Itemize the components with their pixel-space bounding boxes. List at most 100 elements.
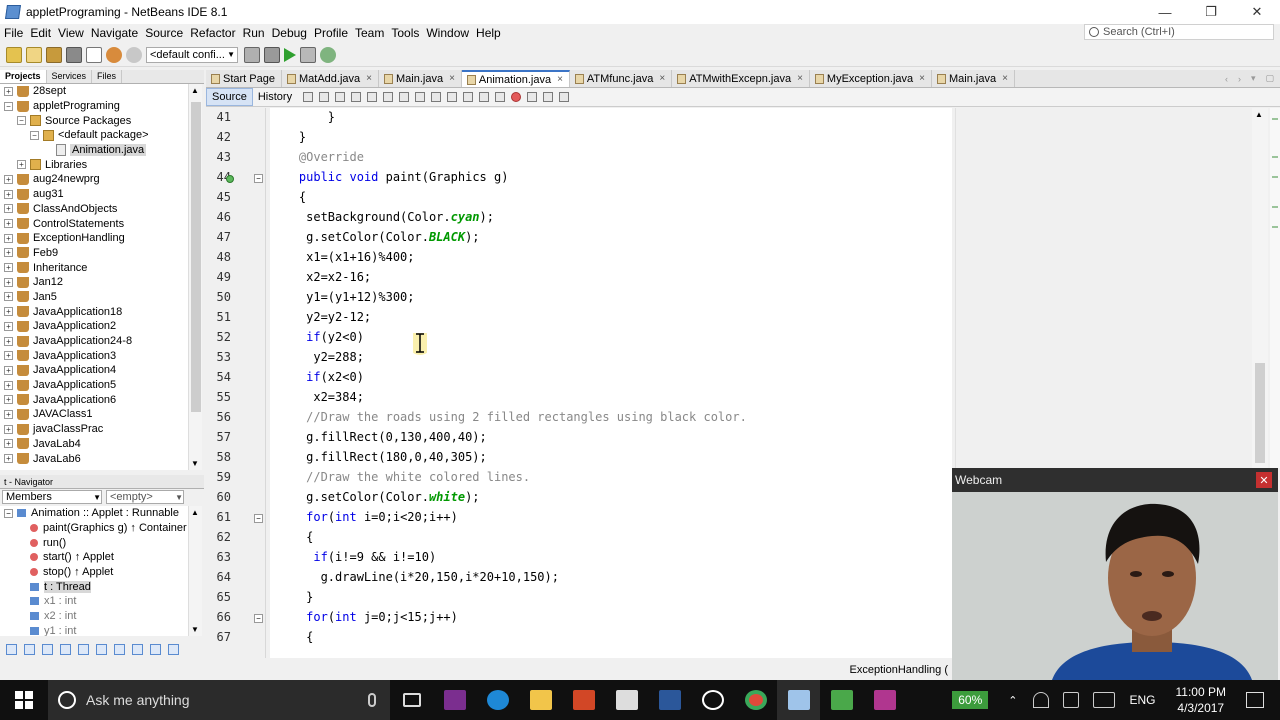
minimize-button[interactable]: —: [1142, 0, 1188, 24]
tree-item[interactable]: + JavaApplication6: [0, 392, 188, 407]
close-tab-icon[interactable]: ×: [919, 73, 925, 84]
tree-item[interactable]: + JavaApplication3: [0, 348, 188, 363]
chevron-up-icon[interactable]: ⌃: [1008, 694, 1017, 707]
wifi-icon[interactable]: [1032, 692, 1049, 708]
filter-icon[interactable]: [114, 643, 125, 655]
tree-item[interactable]: + JavaApplication24-8: [0, 334, 188, 349]
shift-right-icon[interactable]: [495, 92, 506, 102]
close-button[interactable]: ✕: [1234, 0, 1280, 24]
find-previous-icon[interactable]: [367, 92, 378, 102]
undo-icon[interactable]: [106, 46, 122, 63]
tree-item[interactable]: + JavaApplication5: [0, 378, 188, 393]
expand-icon[interactable]: +: [4, 307, 13, 317]
build-icon[interactable]: [244, 46, 260, 63]
filter-icon[interactable]: [60, 643, 71, 655]
start-button[interactable]: [0, 680, 48, 720]
history-tab[interactable]: History: [253, 89, 297, 105]
navigator-item[interactable]: y1 : int: [0, 624, 188, 636]
expand-icon[interactable]: +: [4, 365, 13, 375]
editor-tab-main-java[interactable]: Main.java ×: [932, 70, 1015, 87]
close-tab-icon[interactable]: ×: [557, 74, 563, 85]
editor-tab-myexception-java[interactable]: MyException.java ×: [810, 70, 932, 87]
file-explorer-button[interactable]: [519, 680, 562, 720]
volume-icon[interactable]: [1062, 692, 1079, 708]
close-tab-icon[interactable]: ×: [797, 73, 803, 84]
tree-item[interactable]: + ClassAndObjects: [0, 202, 188, 217]
source-tab[interactable]: Source: [206, 88, 253, 106]
navigator-item[interactable]: paint(Graphics g) ↑ Container: [0, 521, 188, 536]
collapse-icon[interactable]: −: [4, 101, 13, 111]
members-select[interactable]: Members ▼: [2, 490, 102, 504]
tree-item[interactable]: Animation.java: [0, 143, 188, 158]
expand-icon[interactable]: +: [4, 409, 13, 419]
menu-team[interactable]: Team: [352, 26, 387, 40]
tree-item[interactable]: + Inheritance: [0, 260, 188, 275]
collapse-icon[interactable]: −: [17, 116, 26, 126]
menu-navigate[interactable]: Navigate: [88, 26, 141, 40]
expand-icon[interactable]: +: [4, 454, 13, 464]
maximize-icon[interactable]: ▢: [1265, 73, 1274, 84]
expand-icon[interactable]: +: [4, 380, 13, 390]
debug-icon[interactable]: [300, 46, 316, 63]
tree-item[interactable]: − <default package>: [0, 128, 188, 143]
expand-icon[interactable]: +: [4, 204, 13, 214]
navigator-item[interactable]: run(): [0, 535, 188, 550]
editor-tab-animation-java[interactable]: Animation.java ×: [461, 70, 570, 87]
cortana-search[interactable]: Ask me anything: [48, 680, 390, 720]
start-macro-icon[interactable]: [511, 92, 522, 102]
expand-icon[interactable]: +: [4, 277, 13, 287]
scroll-right-icon[interactable]: ›: [1238, 74, 1241, 84]
new-file-icon[interactable]: [6, 46, 22, 63]
show-opened-icon[interactable]: ▾: [1251, 73, 1256, 84]
close-tab-icon[interactable]: ×: [449, 73, 455, 84]
filter-icon[interactable]: [42, 643, 53, 655]
fold-icon[interactable]: −: [254, 174, 263, 183]
fold-icon[interactable]: −: [254, 614, 263, 623]
scroll-left-icon[interactable]: ‹: [1225, 74, 1228, 84]
tree-item[interactable]: + JavaApplication18: [0, 304, 188, 319]
tree-item[interactable]: + Libraries: [0, 157, 188, 172]
forward-icon[interactable]: [335, 92, 346, 102]
navigator-item[interactable]: t : Thread: [0, 579, 188, 594]
editor-scrollbar[interactable]: ▲: [1252, 108, 1268, 468]
stop-macro-icon[interactable]: [527, 92, 538, 102]
microphone-icon[interactable]: [368, 693, 376, 707]
close-project-icon[interactable]: [86, 46, 102, 63]
navigator-scrollbar[interactable]: ▲ ▼: [188, 506, 202, 636]
menu-run[interactable]: Run: [240, 26, 268, 40]
collapse-icon[interactable]: −: [4, 508, 13, 518]
tab-projects[interactable]: Projects: [0, 70, 47, 83]
tree-item[interactable]: + ExceptionHandling: [0, 231, 188, 246]
filter-icon[interactable]: [168, 643, 179, 655]
filter-icon[interactable]: [78, 643, 89, 655]
powerpoint-button[interactable]: [562, 680, 605, 720]
expand-icon[interactable]: +: [4, 351, 13, 361]
back-icon[interactable]: [319, 92, 330, 102]
stripe-mark[interactable]: [1272, 176, 1278, 178]
tree-item[interactable]: + javaClassPrac: [0, 422, 188, 437]
filter-icon[interactable]: [6, 643, 17, 655]
close-tab-icon[interactable]: ×: [366, 73, 372, 84]
scroll-up-icon[interactable]: ▲: [191, 508, 199, 517]
navigator-item[interactable]: − Animation :: Applet : Runnable: [0, 506, 188, 521]
tree-item[interactable]: + JavaApplication4: [0, 363, 188, 378]
navigator-item[interactable]: x1 : int: [0, 594, 188, 609]
project-scrollbar[interactable]: ▲ ▼: [188, 84, 202, 470]
menu-source[interactable]: Source: [142, 26, 186, 40]
webcam-close-icon[interactable]: ✕: [1256, 472, 1272, 488]
menu-profile[interactable]: Profile: [311, 26, 351, 40]
menu-help[interactable]: Help: [473, 26, 504, 40]
expand-icon[interactable]: +: [4, 439, 13, 449]
code-editor[interactable]: } } @Override public void paint(Graphics…: [270, 108, 952, 658]
expand-icon[interactable]: +: [4, 189, 13, 199]
tab-files[interactable]: Files: [92, 70, 123, 83]
camera-app-button[interactable]: [691, 680, 734, 720]
collapse-icon[interactable]: −: [30, 130, 39, 140]
tree-item[interactable]: + aug24newprg: [0, 172, 188, 187]
tree-item[interactable]: + JAVAClass1: [0, 407, 188, 422]
language-indicator[interactable]: ENG: [1130, 693, 1156, 707]
close-tab-icon[interactable]: ×: [1002, 73, 1008, 84]
task-view-button[interactable]: [390, 680, 433, 720]
scroll-down-icon[interactable]: ▼: [191, 625, 199, 634]
filter-icon[interactable]: [132, 643, 143, 655]
